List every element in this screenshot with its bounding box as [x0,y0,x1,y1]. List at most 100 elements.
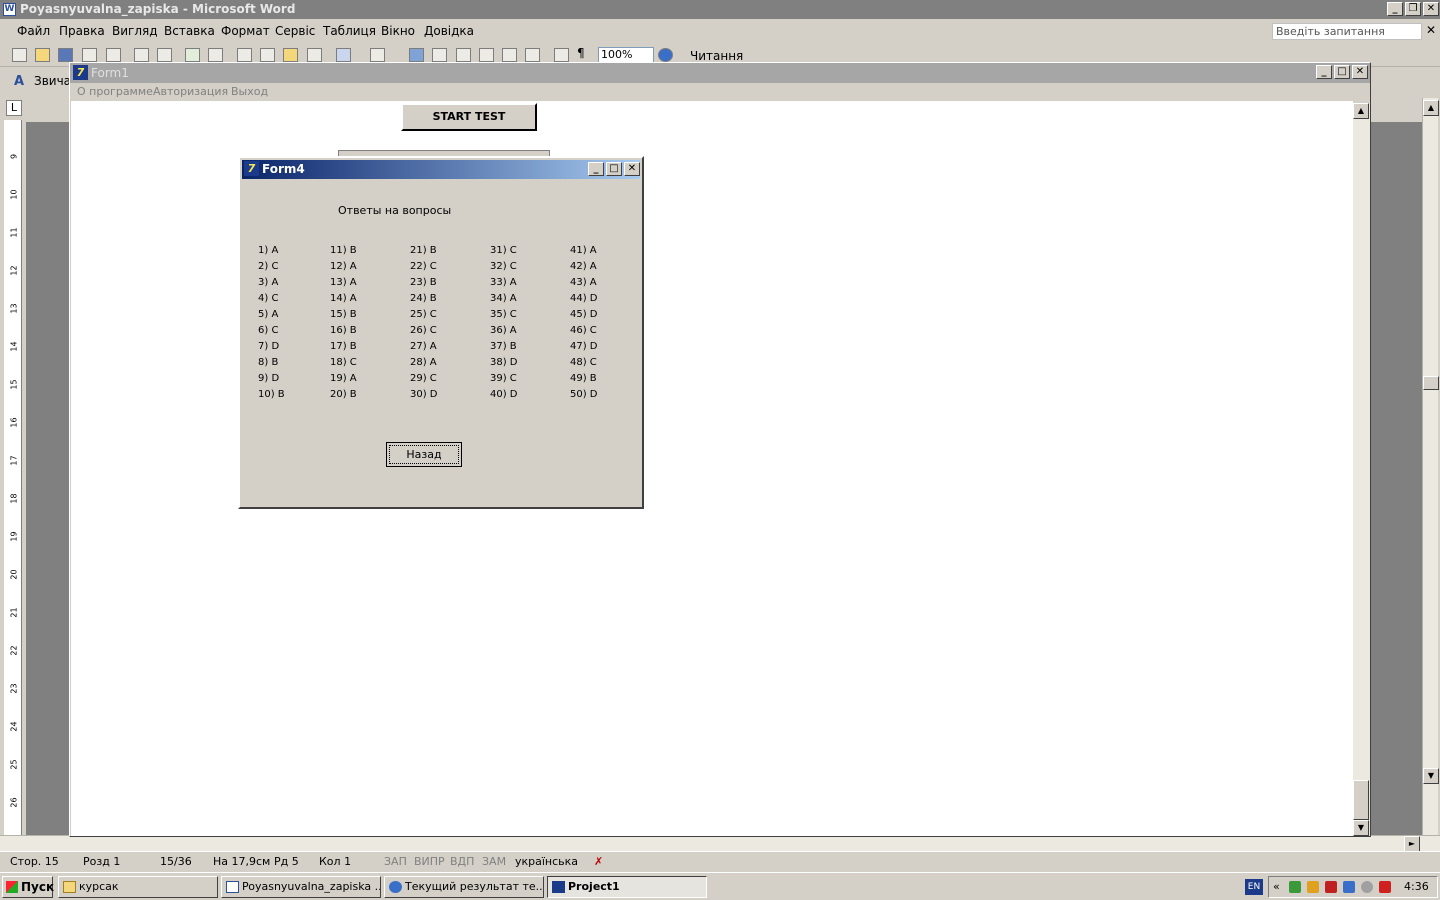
paste-icon[interactable] [283,48,298,62]
drawing-icon[interactable] [525,48,540,62]
reading-button[interactable]: Читання [690,49,743,63]
scroll-thumb[interactable] [1353,780,1369,820]
minimize-icon[interactable]: _ [588,162,604,176]
word-titlebar[interactable]: W Poyasnyuvalna_zapiska - Microsoft Word… [0,0,1440,19]
answer-label: 20) B [330,389,357,400]
status-rec[interactable]: ЗАП [384,855,407,868]
style-select[interactable]: Звича [34,74,71,88]
answer-label: 5) A [258,309,279,320]
menu-view[interactable]: Вигляд [112,24,158,38]
print-icon[interactable] [134,48,149,62]
menu-about[interactable]: О программе [77,85,153,98]
scroll-thumb[interactable] [1423,376,1439,390]
task-word-document[interactable]: Poyasnyuvalna_zapiska ... [221,876,381,898]
email-icon[interactable] [106,48,121,62]
tray-expand-icon[interactable]: « [1273,880,1280,893]
document-map-icon[interactable] [554,48,569,62]
menu-tools[interactable]: Сервіс [275,24,315,38]
save-icon[interactable] [58,48,73,62]
word-app-icon[interactable]: W [3,3,16,16]
answers-column-4: 31) C 32) C 33) A 34) A 35) C 36) A 37) … [490,243,518,403]
redo-icon[interactable] [370,48,385,62]
scroll-down-icon[interactable]: ▼ [1423,768,1439,784]
status-page: Стор. 15 [10,855,59,868]
delphi-app-icon[interactable]: 7 [244,161,259,176]
close-icon[interactable]: ✕ [1426,23,1436,37]
scroll-right-icon[interactable]: ► [1404,836,1420,852]
tables-borders-icon[interactable] [432,48,447,62]
answer-label: 9) D [258,373,280,384]
answer-label: 17) B [330,341,357,352]
start-button[interactable]: Пуск [2,876,54,898]
word-vertical-scrollbar[interactable]: ▲ ▼ [1422,98,1439,835]
system-tray: « 4:36 [1268,876,1438,898]
menu-table[interactable]: Таблиця [323,24,376,38]
zoom-select[interactable]: 100% [598,47,654,63]
menu-file[interactable]: Файл [17,24,50,38]
delphi-app-icon[interactable]: 7 [73,65,88,80]
maximize-icon[interactable]: □ [606,162,622,176]
close-icon[interactable]: ✕ [1352,65,1368,79]
spelling-icon[interactable] [185,48,200,62]
hyperlink-icon[interactable] [409,48,424,62]
network-icon[interactable] [1289,881,1301,893]
start-test-button[interactable]: START TEST [401,103,537,131]
scroll-up-icon[interactable]: ▲ [1353,103,1369,119]
form4-titlebar[interactable]: 7 Form4 _ □ ✕ [242,160,640,179]
language-indicator[interactable]: EN [1245,879,1263,895]
task-project1[interactable]: Project1 [547,876,707,898]
menu-format[interactable]: Формат [221,24,270,38]
minimize-icon[interactable]: _ [1387,2,1403,16]
scroll-up-icon[interactable]: ▲ [1423,100,1439,116]
status-ovr[interactable]: ЗАМ [482,855,506,868]
show-formatting-icon[interactable]: ¶ [577,46,592,60]
columns-icon[interactable] [502,48,517,62]
restore-icon[interactable]: ❐ [1405,2,1421,16]
status-trk[interactable]: ВИПР [414,855,445,868]
ask-question-input[interactable]: Введіть запитання [1272,23,1422,40]
styles-icon[interactable]: A [14,74,24,89]
security-icon[interactable] [1379,881,1391,893]
spelling-status-icon[interactable]: ✗ [594,855,603,868]
menu-help[interactable]: Довідка [424,24,474,38]
format-painter-icon[interactable] [307,48,322,62]
research-icon[interactable] [208,48,223,62]
tab-selector[interactable]: L [6,100,22,116]
menu-window[interactable]: Вікно [381,24,415,38]
permission-icon[interactable] [82,48,97,62]
new-document-icon[interactable] [12,48,27,62]
insert-table-icon[interactable] [456,48,471,62]
ruler-number: 25 [9,759,19,770]
volume-icon[interactable] [1361,881,1373,893]
print-preview-icon[interactable] [157,48,172,62]
copy-icon[interactable] [260,48,275,62]
antivirus-icon[interactable] [1325,881,1337,893]
open-folder-icon[interactable] [35,48,50,62]
cut-icon[interactable] [237,48,252,62]
menu-exit[interactable]: Выход [231,85,268,98]
word-horizontal-scrollbar[interactable]: ► [0,835,1440,852]
answer-label: 46) C [570,325,597,336]
minimize-icon[interactable]: _ [1316,65,1332,79]
monitor-icon[interactable] [1343,881,1355,893]
insert-excel-icon[interactable] [479,48,494,62]
scroll-down-icon[interactable]: ▼ [1353,820,1369,836]
close-icon[interactable]: ✕ [624,162,640,176]
maximize-icon[interactable]: □ [1334,65,1350,79]
help-icon[interactable] [658,48,673,62]
back-button[interactable]: Назад [386,442,462,467]
close-icon[interactable]: ✕ [1423,2,1439,16]
menu-edit[interactable]: Правка [59,24,105,38]
menu-insert[interactable]: Вставка [164,24,215,38]
undo-icon[interactable] [336,48,351,62]
form1-titlebar[interactable]: 7 Form1 _ □ ✕ [70,63,1370,83]
status-ext[interactable]: ВДП [450,855,474,868]
form1-vertical-scrollbar[interactable]: ▲ ▼ [1353,103,1370,836]
answer-label: 24) B [410,293,437,304]
task-browser-result[interactable]: Текущий результат те... [384,876,544,898]
app-tray-icon[interactable] [1307,881,1319,893]
word-window-title: Poyasnyuvalna_zapiska - Microsoft Word [20,2,296,16]
menu-authorization[interactable]: Авторизация [153,85,228,98]
task-folder-kursak[interactable]: курсак [58,876,218,898]
answers-column-3: 21) B 22) C 23) B 24) B 25) C 26) C 27) … [410,243,438,403]
